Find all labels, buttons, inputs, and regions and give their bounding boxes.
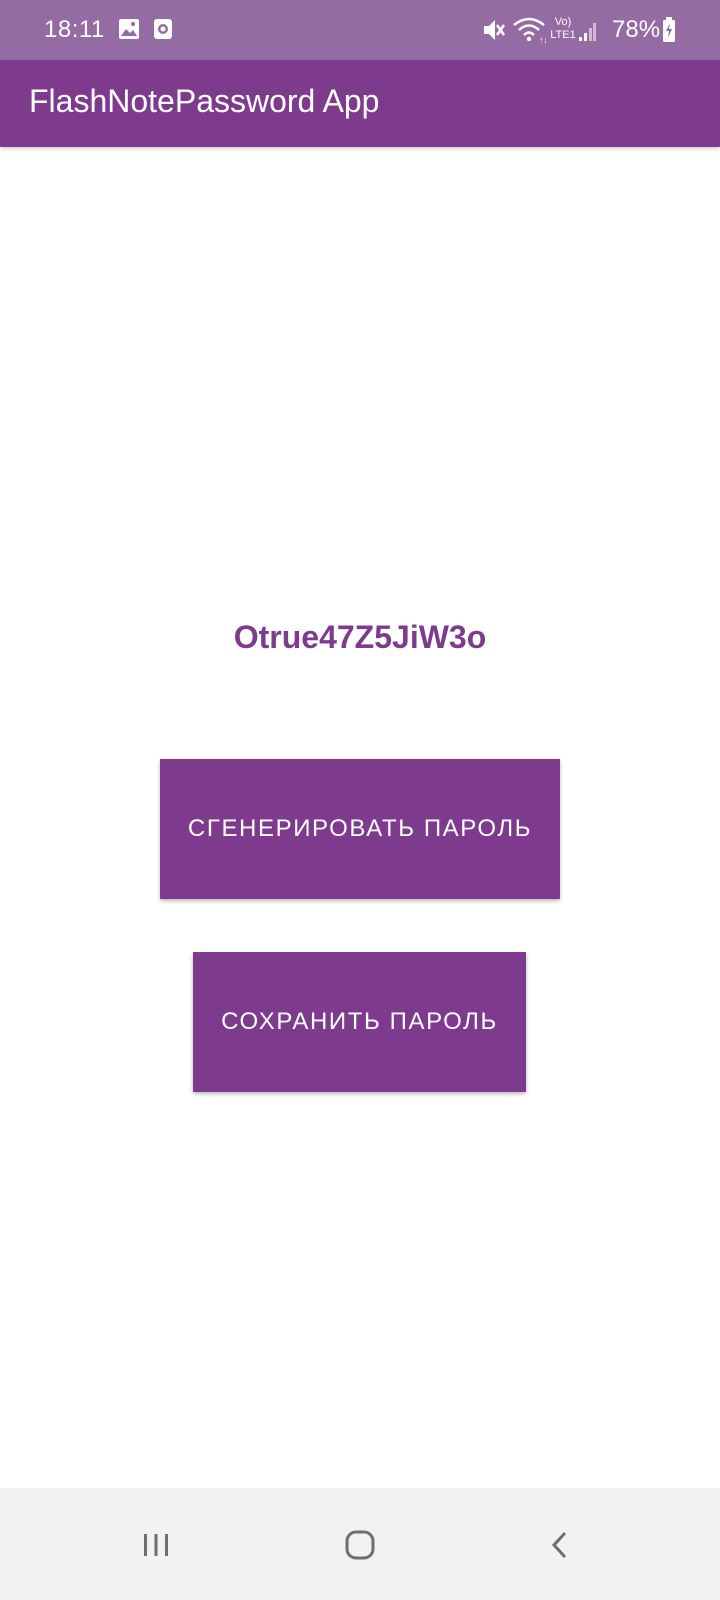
recent-apps-icon <box>144 1534 168 1556</box>
battery-charging-icon <box>663 17 675 42</box>
generated-password: Otrue47Z5JiW3o <box>233 619 487 655</box>
save-password-button-label: СОХРАНИТЬ ПАРОЛЬ <box>221 1008 498 1035</box>
status-bar: 18:11 ↑↓ Vo) LTE1 78% <box>0 0 720 60</box>
home-button[interactable] <box>325 1510 395 1580</box>
volte-label: Vo) <box>554 16 572 28</box>
app-screen: 18:11 ↑↓ Vo) LTE1 78% FlashNotePassword … <box>0 0 720 1600</box>
back-button[interactable] <box>525 1510 595 1580</box>
volte-lte-icon: Vo) LTE1 <box>548 16 578 44</box>
gallery-icon <box>119 19 139 39</box>
app-bar: FlashNotePassword App <box>0 60 720 147</box>
generate-password-button[interactable]: СГЕНЕРИРОВАТЬ ПАРОЛЬ <box>160 759 560 899</box>
mute-icon <box>484 20 506 40</box>
battery-percent: 78% <box>612 16 661 43</box>
wifi-icon: ↑↓ <box>513 17 546 44</box>
generate-password-button-label: СГЕНЕРИРОВАТЬ ПАРОЛЬ <box>187 815 533 842</box>
screen-record-icon <box>154 19 172 39</box>
signal-icon <box>579 23 596 41</box>
save-password-button[interactable]: СОХРАНИТЬ ПАРОЛЬ <box>193 952 526 1092</box>
navigation-bar <box>0 1488 720 1600</box>
lte-label: LTE1 <box>550 29 576 41</box>
app-title: FlashNotePassword App <box>29 83 380 119</box>
status-time: 18:11 <box>44 16 105 43</box>
home-icon <box>345 1530 375 1560</box>
recent-apps-button[interactable] <box>121 1510 191 1580</box>
svg-text:↑↓: ↑↓ <box>539 35 546 44</box>
back-icon <box>551 1531 567 1559</box>
